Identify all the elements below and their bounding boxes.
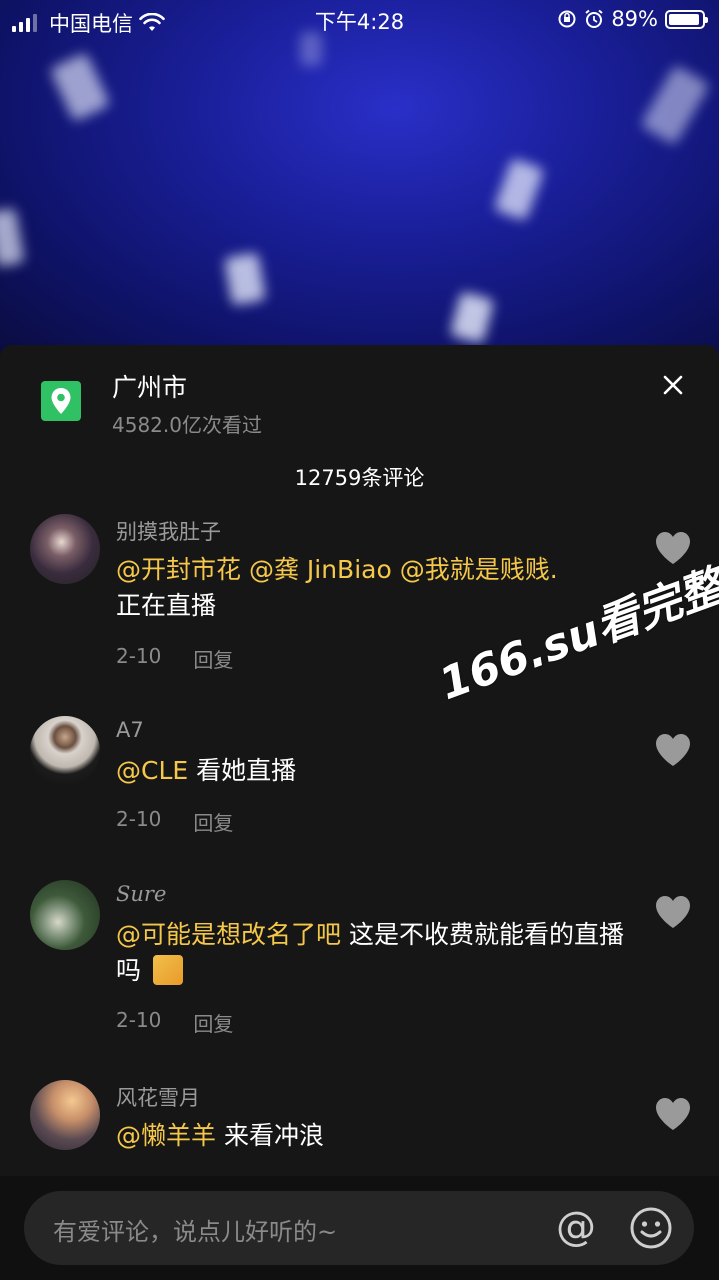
- location-pin-icon: [41, 381, 81, 421]
- location-title[interactable]: 广州市: [112, 368, 187, 404]
- username[interactable]: 别摸我肚子: [116, 516, 221, 546]
- video-background[interactable]: [0, 0, 719, 360]
- reply-button[interactable]: 回复: [193, 644, 233, 673]
- heart-icon[interactable]: [654, 894, 692, 930]
- comment-text: @可能是想改名了吧 这是不收费就能看的直播吗: [116, 917, 626, 989]
- username[interactable]: A7: [116, 718, 144, 742]
- comment-count: 12759条评论: [294, 466, 425, 490]
- mention-link[interactable]: @可能是想改名了吧: [116, 920, 341, 949]
- comment-text: @CLE 看她直播: [116, 753, 626, 789]
- comment-date: 2-10: [116, 1008, 162, 1032]
- mention-link[interactable]: @懒羊羊: [116, 1121, 216, 1150]
- comment-body: 看她直播: [188, 756, 297, 785]
- username[interactable]: Sure: [116, 882, 166, 906]
- battery-icon: [665, 9, 708, 29]
- battery-percent: 89%: [611, 7, 658, 31]
- mention-link[interactable]: @CLE: [116, 756, 188, 785]
- status-bar: 中国电信 下午4:28 89%: [0, 0, 719, 40]
- avatar[interactable]: [30, 514, 100, 584]
- comment-body: 正在直播: [116, 591, 217, 620]
- alarm-icon: [585, 9, 603, 28]
- rotation-lock-icon: [558, 10, 576, 28]
- heart-icon[interactable]: [654, 1096, 692, 1132]
- reply-button[interactable]: 回复: [193, 807, 233, 836]
- cat-emoji-icon: [152, 955, 183, 985]
- close-icon: [663, 375, 683, 395]
- at-icon[interactable]: @: [553, 1204, 599, 1250]
- mention-link[interactable]: @开封市花 @龚 JinBiao @我就是贱贱.: [116, 555, 558, 584]
- emoji-icon[interactable]: [629, 1206, 673, 1250]
- comment-date: 2-10: [116, 644, 162, 668]
- avatar[interactable]: [30, 880, 100, 950]
- comment-body: 来看冲浪: [216, 1121, 324, 1150]
- close-button[interactable]: [658, 370, 688, 400]
- reply-button[interactable]: 回复: [193, 1008, 233, 1037]
- comment-text: @懒羊羊 来看冲浪: [116, 1118, 626, 1154]
- username[interactable]: 风花雪月: [116, 1082, 200, 1112]
- avatar[interactable]: [30, 716, 100, 786]
- location-views: 4582.0亿次看过: [112, 413, 262, 437]
- comment-date: 2-10: [116, 807, 162, 831]
- avatar[interactable]: [30, 1080, 100, 1150]
- comment-input-placeholder[interactable]: 有爱评论，说点儿好听的~: [53, 1212, 337, 1247]
- heart-icon[interactable]: [654, 732, 692, 768]
